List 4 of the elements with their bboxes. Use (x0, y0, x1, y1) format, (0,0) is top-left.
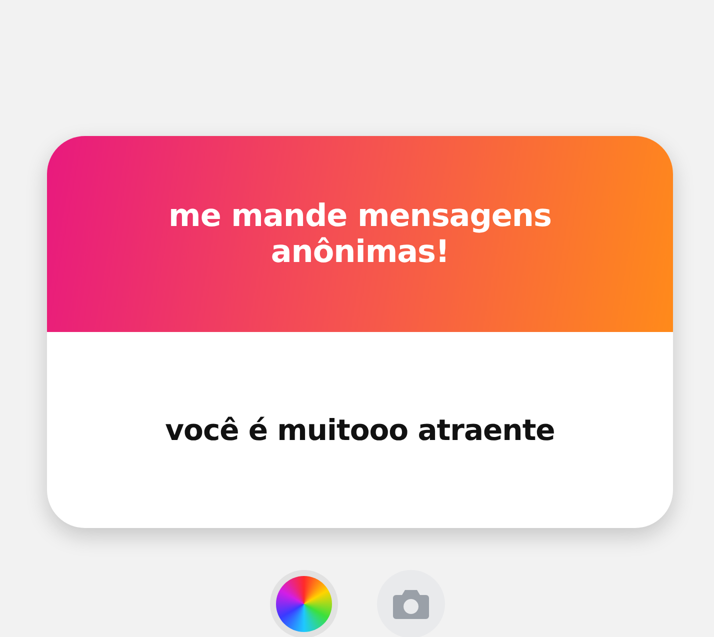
color-wheel-icon (276, 576, 332, 632)
message-text: você é muitooo atraente (165, 413, 555, 447)
camera-icon (392, 588, 430, 620)
card-title: me mande mensagens anônimas! (168, 198, 552, 270)
